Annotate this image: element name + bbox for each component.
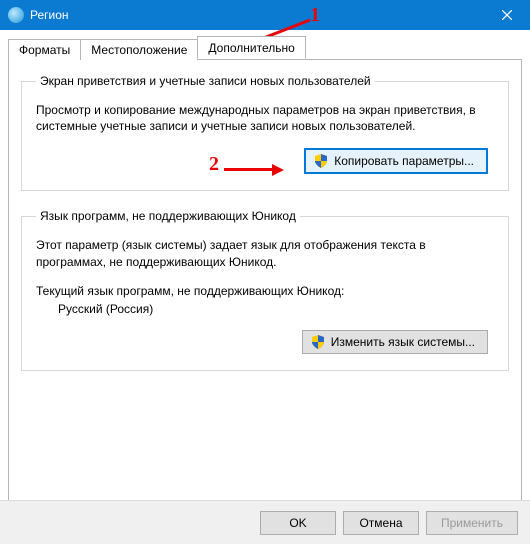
shield-icon: [311, 335, 325, 349]
tab-formats[interactable]: Форматы: [8, 39, 81, 60]
ok-button[interactable]: OK: [260, 511, 336, 535]
tab-label: Местоположение: [91, 43, 187, 57]
tabs: Форматы Местоположение Дополнительно: [8, 36, 522, 59]
tab-label: Дополнительно: [208, 41, 294, 55]
titlebar: Регион: [0, 0, 530, 30]
close-button[interactable]: [484, 0, 530, 30]
group-non-unicode: Язык программ, не поддерживающих Юникод …: [21, 209, 509, 370]
group-legend: Язык программ, не поддерживающих Юникод: [36, 209, 300, 223]
tab-advanced[interactable]: Дополнительно: [197, 36, 305, 59]
group-welcome-screen: Экран приветствия и учетные записи новых…: [21, 74, 509, 191]
group-legend: Экран приветствия и учетные записи новых…: [36, 74, 375, 88]
tab-label: Форматы: [19, 43, 70, 57]
globe-icon: [8, 7, 24, 23]
group-description: Просмотр и копирование международных пар…: [36, 102, 494, 134]
button-label: Применить: [441, 516, 503, 530]
cancel-button[interactable]: Отмена: [343, 511, 419, 535]
change-system-locale-button[interactable]: Изменить язык системы...: [302, 330, 488, 354]
copy-settings-button[interactable]: Копировать параметры...: [304, 148, 488, 174]
group-description: Этот параметр (язык системы) задает язык…: [36, 237, 494, 269]
tab-panel-advanced: Экран приветствия и учетные записи новых…: [8, 59, 522, 509]
window-title: Регион: [30, 8, 69, 22]
shield-icon: [314, 154, 328, 168]
button-label: OK: [289, 516, 306, 530]
button-label: Копировать параметры...: [334, 154, 474, 168]
button-label: Изменить язык системы...: [331, 335, 475, 349]
button-label: Отмена: [359, 516, 402, 530]
current-language-value: Русский (Россия): [58, 302, 494, 316]
apply-button[interactable]: Применить: [426, 511, 518, 535]
close-icon: [502, 10, 512, 20]
current-language-label: Текущий язык программ, не поддерживающих…: [36, 284, 494, 298]
dialog-button-bar: OK Отмена Применить: [0, 500, 530, 544]
tab-location[interactable]: Местоположение: [80, 39, 198, 60]
